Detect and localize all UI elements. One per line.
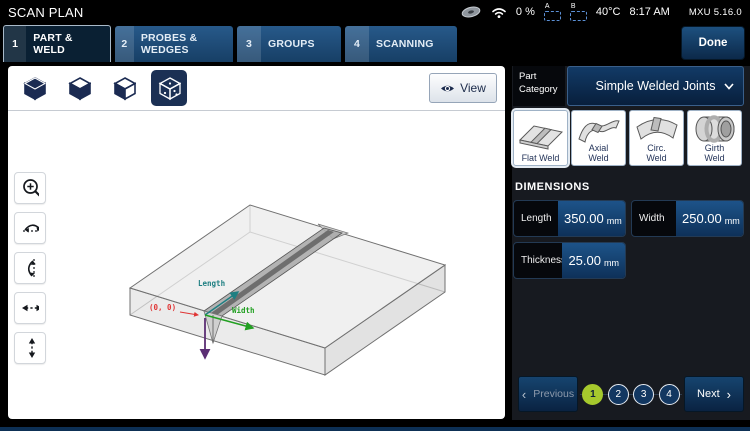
width-field-label: Width	[632, 201, 676, 236]
scan-plan-3d-viewport[interactable]: Length Width (0, 0)	[8, 66, 505, 419]
zoom-tool-button[interactable]	[14, 172, 46, 204]
rotate-horizontal-icon	[21, 217, 39, 239]
page-dot-1[interactable]: 1	[582, 384, 603, 405]
tab-groups-label: GROUPS	[261, 38, 323, 50]
tab-part-weld-number: 1	[4, 26, 26, 62]
page-title: SCAN PLAN	[8, 5, 84, 20]
weld-type-flat-label: Flat Weld	[522, 153, 560, 163]
page-dot-2[interactable]: 2	[608, 384, 629, 405]
firmware-version: MXU 5.16.0	[689, 7, 742, 18]
tab-scanning-number: 4	[345, 26, 369, 62]
battery-a-indicator: A	[544, 3, 561, 21]
flat-weld-icon	[517, 119, 565, 153]
weld-type-girth-label: Girth Weld	[694, 143, 735, 163]
tab-scanning-label: SCANNING	[369, 38, 442, 50]
titlebar: SCAN PLAN 0 % A B 40°C 8:17 AM MXU 5	[0, 0, 750, 24]
chevron-down-icon	[724, 83, 734, 90]
pan-vertical-tool-button[interactable]	[14, 332, 46, 364]
dimension-row-1: Length 350.00 mm Width 250.00 mm	[513, 200, 744, 237]
zoom-in-icon	[21, 177, 39, 199]
chevron-right-icon: ›	[727, 387, 731, 402]
wifi-icon	[491, 6, 507, 19]
wizard-pagination: ‹ Previous 1 2 3 4 Next ›	[518, 376, 744, 412]
weld-type-circ-button[interactable]: Circ. Weld	[629, 110, 684, 166]
rotate-yaw-tool-button[interactable]	[14, 252, 46, 284]
tab-groups[interactable]: 3 GROUPS	[237, 26, 341, 62]
weld-type-circ-label: Circ. Weld	[636, 143, 677, 163]
length-field-unit: mm	[607, 216, 622, 226]
battery-b-icon	[570, 11, 587, 21]
origin-label: (0, 0)	[149, 303, 176, 312]
axial-weld-icon	[575, 112, 623, 143]
viewer-panel: View	[8, 66, 505, 419]
width-field-unit: mm	[725, 216, 740, 226]
part-settings-panel: Part Category Simple Welded Joints Flat …	[512, 66, 750, 420]
next-button-label: Next	[697, 388, 720, 400]
status-cluster: 0 % A B 40°C 8:17 AM MXU 5.16.0	[460, 3, 742, 21]
battery-a-icon	[544, 11, 561, 21]
pan-horizontal-tool-button[interactable]	[14, 292, 46, 324]
main-area: View	[0, 62, 750, 431]
width-axis-label: Width	[232, 306, 255, 315]
part-category-dropdown[interactable]: Simple Welded Joints	[567, 66, 744, 106]
next-button[interactable]: Next ›	[684, 376, 744, 412]
weld-type-girth-button[interactable]: Girth Weld	[687, 110, 742, 166]
done-button[interactable]: Done	[681, 26, 745, 60]
battery-percent: 0 %	[516, 6, 535, 18]
tabbar: 1 PART & WELD 2 PROBES & WEDGES 3 GROUPS…	[0, 24, 750, 62]
part-category-label: Part Category	[513, 66, 565, 106]
tab-part-weld-label: PART & WELD	[26, 32, 110, 56]
battery-b-indicator: B	[570, 3, 587, 21]
length-field-label: Length	[514, 201, 558, 236]
thickness-field-label: Thickness	[514, 243, 562, 278]
tab-part-weld[interactable]: 1 PART & WELD	[3, 25, 111, 62]
width-field[interactable]: Width 250.00 mm	[631, 200, 744, 237]
weld-type-flat-button[interactable]: Flat Weld	[513, 110, 568, 166]
rotate-pitch-tool-button[interactable]	[14, 212, 46, 244]
thickness-field-unit: mm	[604, 258, 619, 268]
rotate-vertical-icon	[21, 257, 39, 279]
thickness-field-value: 25.00	[568, 253, 601, 268]
page-indicator-group: 1 2 3 4	[578, 376, 684, 412]
width-field-value: 250.00	[682, 211, 722, 226]
part-3d-model	[130, 205, 445, 375]
weld-type-axial-button[interactable]: Axial Weld	[571, 110, 626, 166]
tab-probes-wedges-label: PROBES & WEDGES	[134, 32, 233, 56]
move-horizontal-icon	[21, 297, 39, 319]
dimension-row-2: Thickness 25.00 mm	[513, 242, 744, 279]
tab-scanning[interactable]: 4 SCANNING	[345, 26, 457, 62]
scan-plan-screen: SCAN PLAN 0 % A B 40°C 8:17 AM MXU 5	[0, 0, 750, 431]
tab-groups-number: 3	[237, 26, 261, 62]
chevron-left-icon: ‹	[522, 387, 526, 402]
viewer-tool-column	[14, 172, 46, 364]
storage-disc-icon	[460, 5, 482, 19]
page-dot-3[interactable]: 3	[633, 384, 654, 405]
circ-weld-icon	[633, 112, 681, 143]
temperature-readout: 40°C	[596, 6, 621, 18]
page-dot-4[interactable]: 4	[659, 384, 680, 405]
previous-button-label: Previous	[533, 388, 574, 400]
length-axis-label: Length	[198, 279, 225, 288]
length-field[interactable]: Length 350.00 mm	[513, 200, 626, 237]
part-category-value: Simple Welded Joints	[596, 79, 716, 93]
dimensions-header: DIMENSIONS	[515, 181, 744, 193]
thickness-field[interactable]: Thickness 25.00 mm	[513, 242, 626, 279]
battery-a-label: A	[545, 3, 550, 10]
previous-button[interactable]: ‹ Previous	[518, 376, 578, 412]
weld-type-row: Flat Weld Axial Weld Circ. Weld	[513, 110, 744, 166]
tab-probes-wedges[interactable]: 2 PROBES & WEDGES	[115, 26, 233, 62]
length-field-value: 350.00	[564, 211, 604, 226]
part-category-row: Part Category Simple Welded Joints	[513, 66, 744, 106]
bottom-accent-strip	[0, 427, 750, 431]
clock: 8:17 AM	[629, 6, 669, 18]
battery-b-label: B	[571, 3, 576, 10]
tab-probes-wedges-number: 2	[115, 26, 134, 62]
weld-type-axial-label: Axial Weld	[578, 143, 619, 163]
girth-weld-icon	[691, 112, 739, 143]
move-vertical-icon	[21, 337, 39, 359]
